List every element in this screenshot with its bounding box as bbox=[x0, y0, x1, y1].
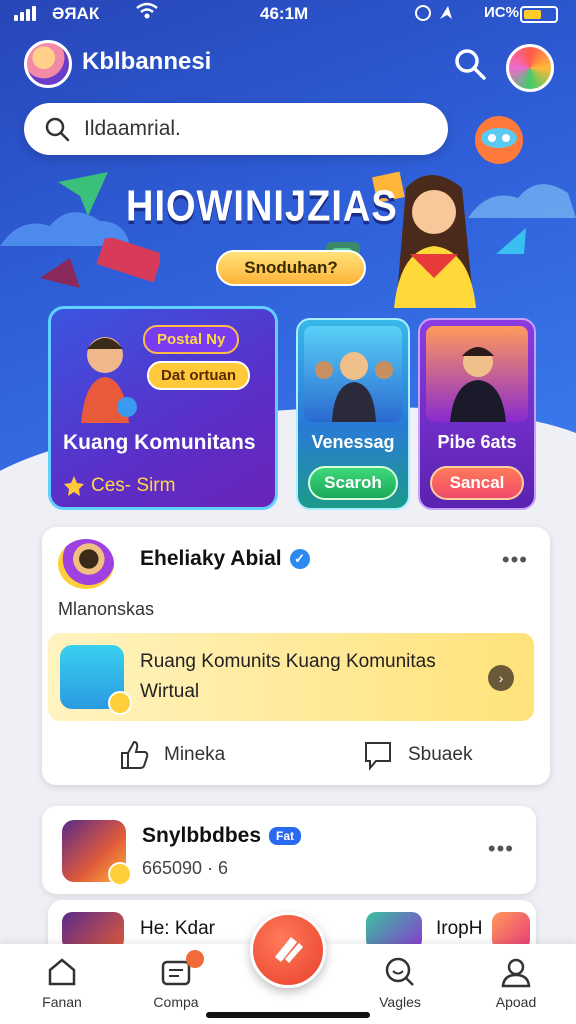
star-icon bbox=[64, 476, 84, 496]
post-actions: Mineka Sbuaek bbox=[42, 731, 550, 779]
carrier-label: ƏЯАК bbox=[52, 4, 100, 23]
user-menu-avatar[interactable] bbox=[506, 44, 554, 92]
battery-fill bbox=[524, 10, 541, 19]
hero-title: HIOWINIJZIAS bbox=[126, 182, 398, 232]
more-options-icon[interactable]: ••• bbox=[488, 836, 514, 862]
category-photo bbox=[304, 326, 402, 422]
chevron-right-icon[interactable]: › bbox=[488, 665, 514, 691]
smile-search-icon bbox=[385, 957, 414, 986]
app-title: Kblbannesi bbox=[82, 48, 212, 75]
community-card-subtitle: Ces- Sirm bbox=[63, 475, 175, 497]
verified-icon: ✓ bbox=[289, 549, 310, 569]
nav-item-compose[interactable]: Compa bbox=[136, 956, 216, 1010]
profile-avatar[interactable] bbox=[24, 40, 72, 88]
community-character-illustration bbox=[81, 337, 137, 423]
post-author[interactable]: Snylbbdbes Fat bbox=[142, 824, 302, 848]
status-bar: ƏЯАК 46:1M ИС% bbox=[0, 0, 576, 30]
like-button[interactable]: Mineka bbox=[118, 739, 225, 771]
home-indicator bbox=[206, 1012, 370, 1018]
community-tag-1: Postal Ny bbox=[143, 325, 240, 354]
community-feature-card[interactable]: Postal Ny Dat ortuan Kuang Komunitans Ce… bbox=[48, 306, 278, 510]
post-author-avatar[interactable] bbox=[58, 539, 114, 589]
community-tag-2: Dat ortuan bbox=[147, 361, 250, 390]
category-label: Pibe 6ats bbox=[437, 432, 517, 452]
create-post-button[interactable] bbox=[250, 912, 326, 988]
feed-post: Eheliaky Abial ✓ ••• Mlanonskas Ruang Ko… bbox=[42, 527, 550, 785]
search-icon bbox=[45, 117, 70, 142]
embed-text: Ruang Komunits Kuang Komunitas Wirtual bbox=[140, 651, 436, 702]
wifi-icon bbox=[136, 2, 158, 25]
more-options-icon[interactable]: ••• bbox=[502, 547, 528, 573]
post-author-name: Eheliaky Abial bbox=[140, 547, 282, 570]
nav-item-profile[interactable]: Apoad bbox=[476, 956, 556, 1010]
clock: 46:1M bbox=[260, 4, 309, 23]
home-icon bbox=[48, 958, 76, 986]
post-title: IropH bbox=[436, 918, 483, 939]
category-photo bbox=[426, 326, 528, 422]
search-placeholder: Ildaamrial. bbox=[84, 117, 181, 140]
post-caption: Mlanonskas bbox=[58, 599, 155, 619]
search-input[interactable]: Ildaamrial. bbox=[24, 103, 448, 155]
category-card-venessag[interactable]: Venessag Scaroh bbox=[296, 318, 410, 510]
profile-icon bbox=[501, 958, 531, 988]
feed-post: Snylbbdbes Fat 665090 · 6 ••• bbox=[42, 806, 536, 894]
community-card-subtitle-text: Ces- Sirm bbox=[91, 475, 176, 496]
paper-plane-decoration bbox=[58, 172, 108, 216]
cancel-button[interactable]: Sancal bbox=[430, 466, 524, 500]
status-badge: Fat bbox=[269, 827, 302, 845]
comment-button[interactable]: Sbuaek bbox=[362, 739, 472, 771]
nav-item-home[interactable]: Fanan bbox=[22, 956, 102, 1010]
search-button[interactable]: Scaroh bbox=[308, 466, 398, 500]
nav-item-pages[interactable]: Vagles bbox=[360, 956, 440, 1010]
embed-thumbnail bbox=[60, 645, 132, 715]
hero-cta-button[interactable]: Snoduhan? bbox=[216, 250, 366, 286]
ribbon-decoration bbox=[40, 238, 160, 288]
location-arrow-icon bbox=[414, 3, 460, 27]
post-author[interactable]: Eheliaky Abial ✓ bbox=[140, 547, 310, 571]
nav-label: Vagles bbox=[379, 994, 421, 1010]
like-label: Mineka bbox=[164, 744, 226, 765]
comment-icon bbox=[365, 742, 391, 771]
embedded-community-link[interactable]: Ruang Komunits Kuang Komunitas Wirtual › bbox=[48, 633, 534, 721]
post-author-avatar[interactable] bbox=[62, 820, 132, 886]
comment-label: Sbuaek bbox=[408, 744, 473, 765]
search-icon[interactable] bbox=[452, 46, 488, 82]
post-author-name: Snylbbdbes bbox=[142, 824, 262, 847]
nav-label: Fanan bbox=[42, 994, 82, 1010]
battery-percent: ИС% bbox=[484, 4, 519, 21]
notification-badge bbox=[186, 950, 204, 968]
community-card-title: Kuang Komunitans bbox=[63, 431, 256, 454]
category-card-pibe-6ats[interactable]: Pibe 6ats Sancal bbox=[418, 318, 536, 510]
nav-label: Compa bbox=[153, 994, 199, 1010]
category-label: Venessag bbox=[311, 432, 395, 452]
signal-icon bbox=[14, 6, 36, 21]
post-title: He: Kdar bbox=[140, 918, 215, 939]
thumbs-up-icon bbox=[121, 740, 149, 769]
pencil-icon bbox=[275, 937, 303, 963]
nav-label: Apoad bbox=[495, 994, 537, 1010]
robot-mascot-icon bbox=[475, 116, 523, 164]
post-meta: 665090 · 6 bbox=[142, 858, 229, 878]
battery-icon bbox=[520, 6, 558, 23]
